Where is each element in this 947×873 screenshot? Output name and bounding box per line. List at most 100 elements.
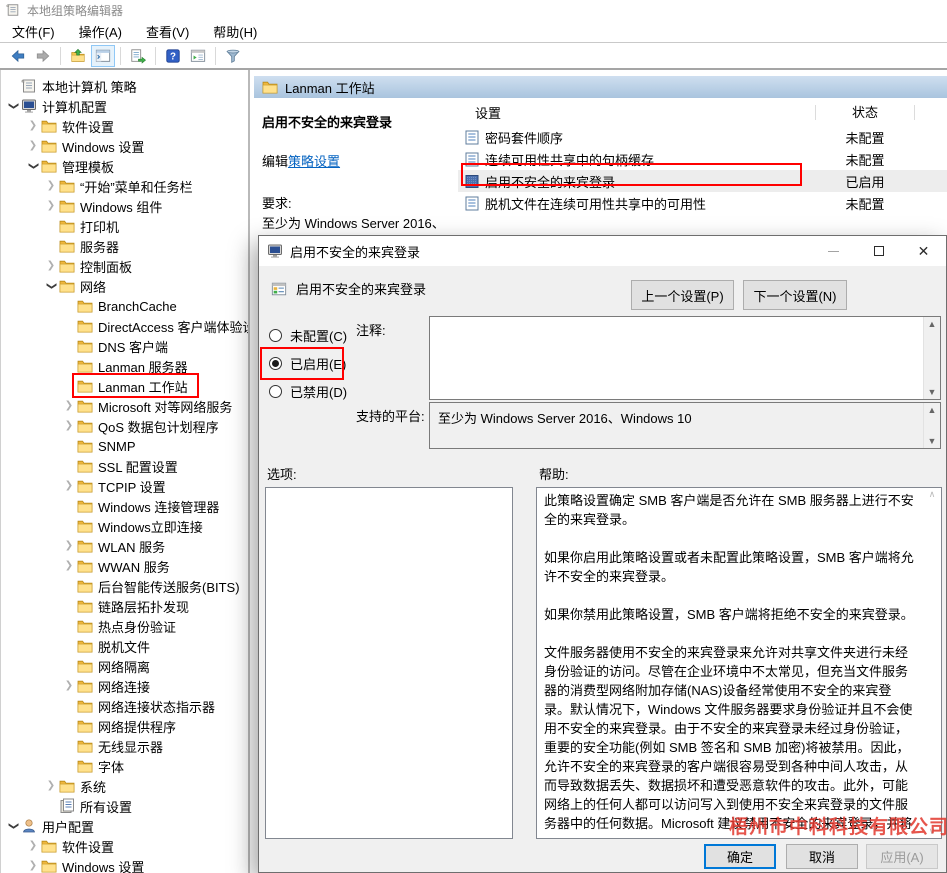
tree-item-windows-components[interactable]: ❯Windows 组件 [1,196,248,216]
show-action-pane-icon[interactable] [186,45,210,67]
comment-textarea[interactable]: ▲▼ [429,316,941,400]
show-console-tree-icon[interactable] [91,45,115,67]
tree-item-printers[interactable]: 打印机 [1,216,248,236]
folder-icon [59,218,75,234]
settings-row[interactable]: 密码套件顺序 未配置 [458,126,947,148]
chevron-right-icon[interactable]: ❯ [43,198,59,214]
chevron-right-icon[interactable]: ❯ [61,478,77,494]
tree-item-local-computer-policy[interactable]: 本地计算机 策略 [1,76,248,96]
tree-item-lanman-workstation[interactable]: Lanman 工作站 [1,376,248,396]
tree-item-software-settings[interactable]: ❯软件设置 [1,116,248,136]
menu-view[interactable]: 查看(V) [134,20,201,42]
chevron-down-icon[interactable]: ❯ [5,818,21,834]
tree-item-wlan-service[interactable]: ❯WLAN 服务 [1,536,248,556]
help-scrollbar[interactable]: ∧∨ [924,489,940,837]
previous-setting-button[interactable]: 上一个设置(P) [631,280,734,310]
chevron-right-icon[interactable]: ❯ [61,538,77,554]
tree-item-windows-connection-manager[interactable]: Windows 连接管理器 [1,496,248,516]
radio-circle-selected[interactable] [269,357,282,370]
filter-icon[interactable] [221,45,245,67]
tree-item-server[interactable]: 服务器 [1,236,248,256]
tree-item-administrative-templates[interactable]: ❯管理模板 [1,156,248,176]
tree-item-software-settings-user[interactable]: ❯软件设置 [1,836,248,856]
tree-item-system[interactable]: ❯系统 [1,776,248,796]
tree-item-network-connectivity-status[interactable]: 网络连接状态指示器 [1,696,248,716]
chevron-right-icon[interactable]: ❯ [61,678,77,694]
radio-enabled[interactable]: 已启用(E) [269,354,347,372]
chevron-down-icon[interactable]: ❯ [43,278,59,294]
column-header-setting[interactable]: 设置 [458,103,815,122]
back-arrow-icon[interactable] [6,45,30,67]
tree-item-snmp[interactable]: SNMP [1,436,248,456]
status-value: 已启用 [815,172,915,191]
menu-action[interactable]: 操作(A) [67,20,134,42]
cancel-button[interactable]: 取消 [786,844,858,869]
tree-item-all-settings[interactable]: 所有设置 [1,796,248,816]
options-pane [265,487,513,839]
tree-item-ssl-config[interactable]: SSL 配置设置 [1,456,248,476]
tree-item-lanman-server[interactable]: Lanman 服务器 [1,356,248,376]
tree-item-network-provider[interactable]: 网络提供程序 [1,716,248,736]
chevron-right-icon[interactable]: ❯ [61,558,77,574]
comment-scrollbar[interactable]: ▲▼ [923,317,940,399]
close-icon[interactable]: ✕ [901,236,946,266]
menu-file[interactable]: 文件(F) [0,20,67,42]
folder-icon [77,418,93,434]
maximize-icon[interactable] [856,236,901,266]
tree-item-dns-client[interactable]: DNS 客户端 [1,336,248,356]
supported-platforms-value: 至少为 Windows Server 2016、Windows 10 [438,411,692,426]
tree-item-directaccess-client[interactable]: DirectAccess 客户端体验设置 [1,316,248,336]
settings-row-selected[interactable]: 启用不安全的来宾登录 已启用 [458,170,947,192]
tree-item-windows-connect-now[interactable]: Windows立即连接 [1,516,248,536]
tree-item-wireless-display[interactable]: 无线显示器 [1,736,248,756]
ok-button[interactable]: 确定 [704,844,776,869]
column-header-status[interactable]: 状态 [815,105,915,120]
tree-item-tcpip-settings[interactable]: ❯TCPIP 设置 [1,476,248,496]
radio-not-configured[interactable]: 未配置(C) [269,326,347,344]
tree-item-link-layer-topology[interactable]: 链路层拓扑发现 [1,596,248,616]
settings-row[interactable]: 脱机文件在连续可用性共享中的可用性 未配置 [458,192,947,214]
radio-disabled[interactable]: 已禁用(D) [269,382,347,400]
tree-item-start-menu-taskbar[interactable]: ❯“开始”菜单和任务栏 [1,176,248,196]
tree-item-fonts[interactable]: 字体 [1,756,248,776]
minimize-icon[interactable] [811,236,856,266]
policy-settings-link[interactable]: 策略设置 [288,154,340,169]
radio-circle[interactable] [269,385,282,398]
chevron-right-icon[interactable]: ❯ [43,178,59,194]
folder-icon [41,858,57,873]
chevron-right-icon[interactable]: ❯ [43,778,59,794]
tree-item-hotspot-auth[interactable]: 热点身份验证 [1,616,248,636]
chevron-right-icon[interactable]: ❯ [43,258,59,274]
chevron-right-icon[interactable]: ❯ [25,838,41,854]
chevron-right-icon[interactable]: ❯ [25,138,41,154]
help-icon[interactable] [161,45,185,67]
chevron-right-icon[interactable]: ❯ [25,858,41,873]
tree-item-qos-packet-scheduler[interactable]: ❯QoS 数据包计划程序 [1,416,248,436]
tree-item-network-connections[interactable]: ❯网络连接 [1,676,248,696]
chevron-right-icon[interactable]: ❯ [61,418,77,434]
forward-arrow-icon[interactable] [31,45,55,67]
tree-item-microsoft-peer-networking[interactable]: ❯Microsoft 对等网络服务 [1,396,248,416]
tree-item-branchcache[interactable]: BranchCache [1,296,248,316]
chevron-right-icon[interactable]: ❯ [61,398,77,414]
tree-item-control-panel[interactable]: ❯控制面板 [1,256,248,276]
radio-circle[interactable] [269,329,282,342]
chevron-down-icon[interactable]: ❯ [25,158,41,174]
tree-item-network-isolation[interactable]: 网络隔离 [1,656,248,676]
tree-item-wwan-service[interactable]: ❯WWAN 服务 [1,556,248,576]
tree-item-bits[interactable]: 后台智能传送服务(BITS) [1,576,248,596]
tree-item-offline-files[interactable]: 脱机文件 [1,636,248,656]
chevron-down-icon[interactable]: ❯ [5,98,21,114]
tree-item-user-configuration[interactable]: ❯用户配置 [1,816,248,836]
menu-help[interactable]: 帮助(H) [201,20,269,42]
tree-item-computer-configuration[interactable]: ❯计算机配置 [1,96,248,116]
tree-item-windows-settings-user[interactable]: ❯Windows 设置 [1,856,248,873]
tree-item-windows-settings[interactable]: ❯Windows 设置 [1,136,248,156]
up-one-level-folder-icon[interactable] [66,45,90,67]
tree-item-network[interactable]: ❯网络 [1,276,248,296]
platforms-scrollbar[interactable]: ▲▼ [923,403,940,448]
next-setting-button[interactable]: 下一个设置(N) [743,280,847,310]
settings-row[interactable]: 连续可用性共享中的句柄缓存 未配置 [458,148,947,170]
export-list-icon[interactable] [126,45,150,67]
chevron-right-icon[interactable]: ❯ [25,118,41,134]
